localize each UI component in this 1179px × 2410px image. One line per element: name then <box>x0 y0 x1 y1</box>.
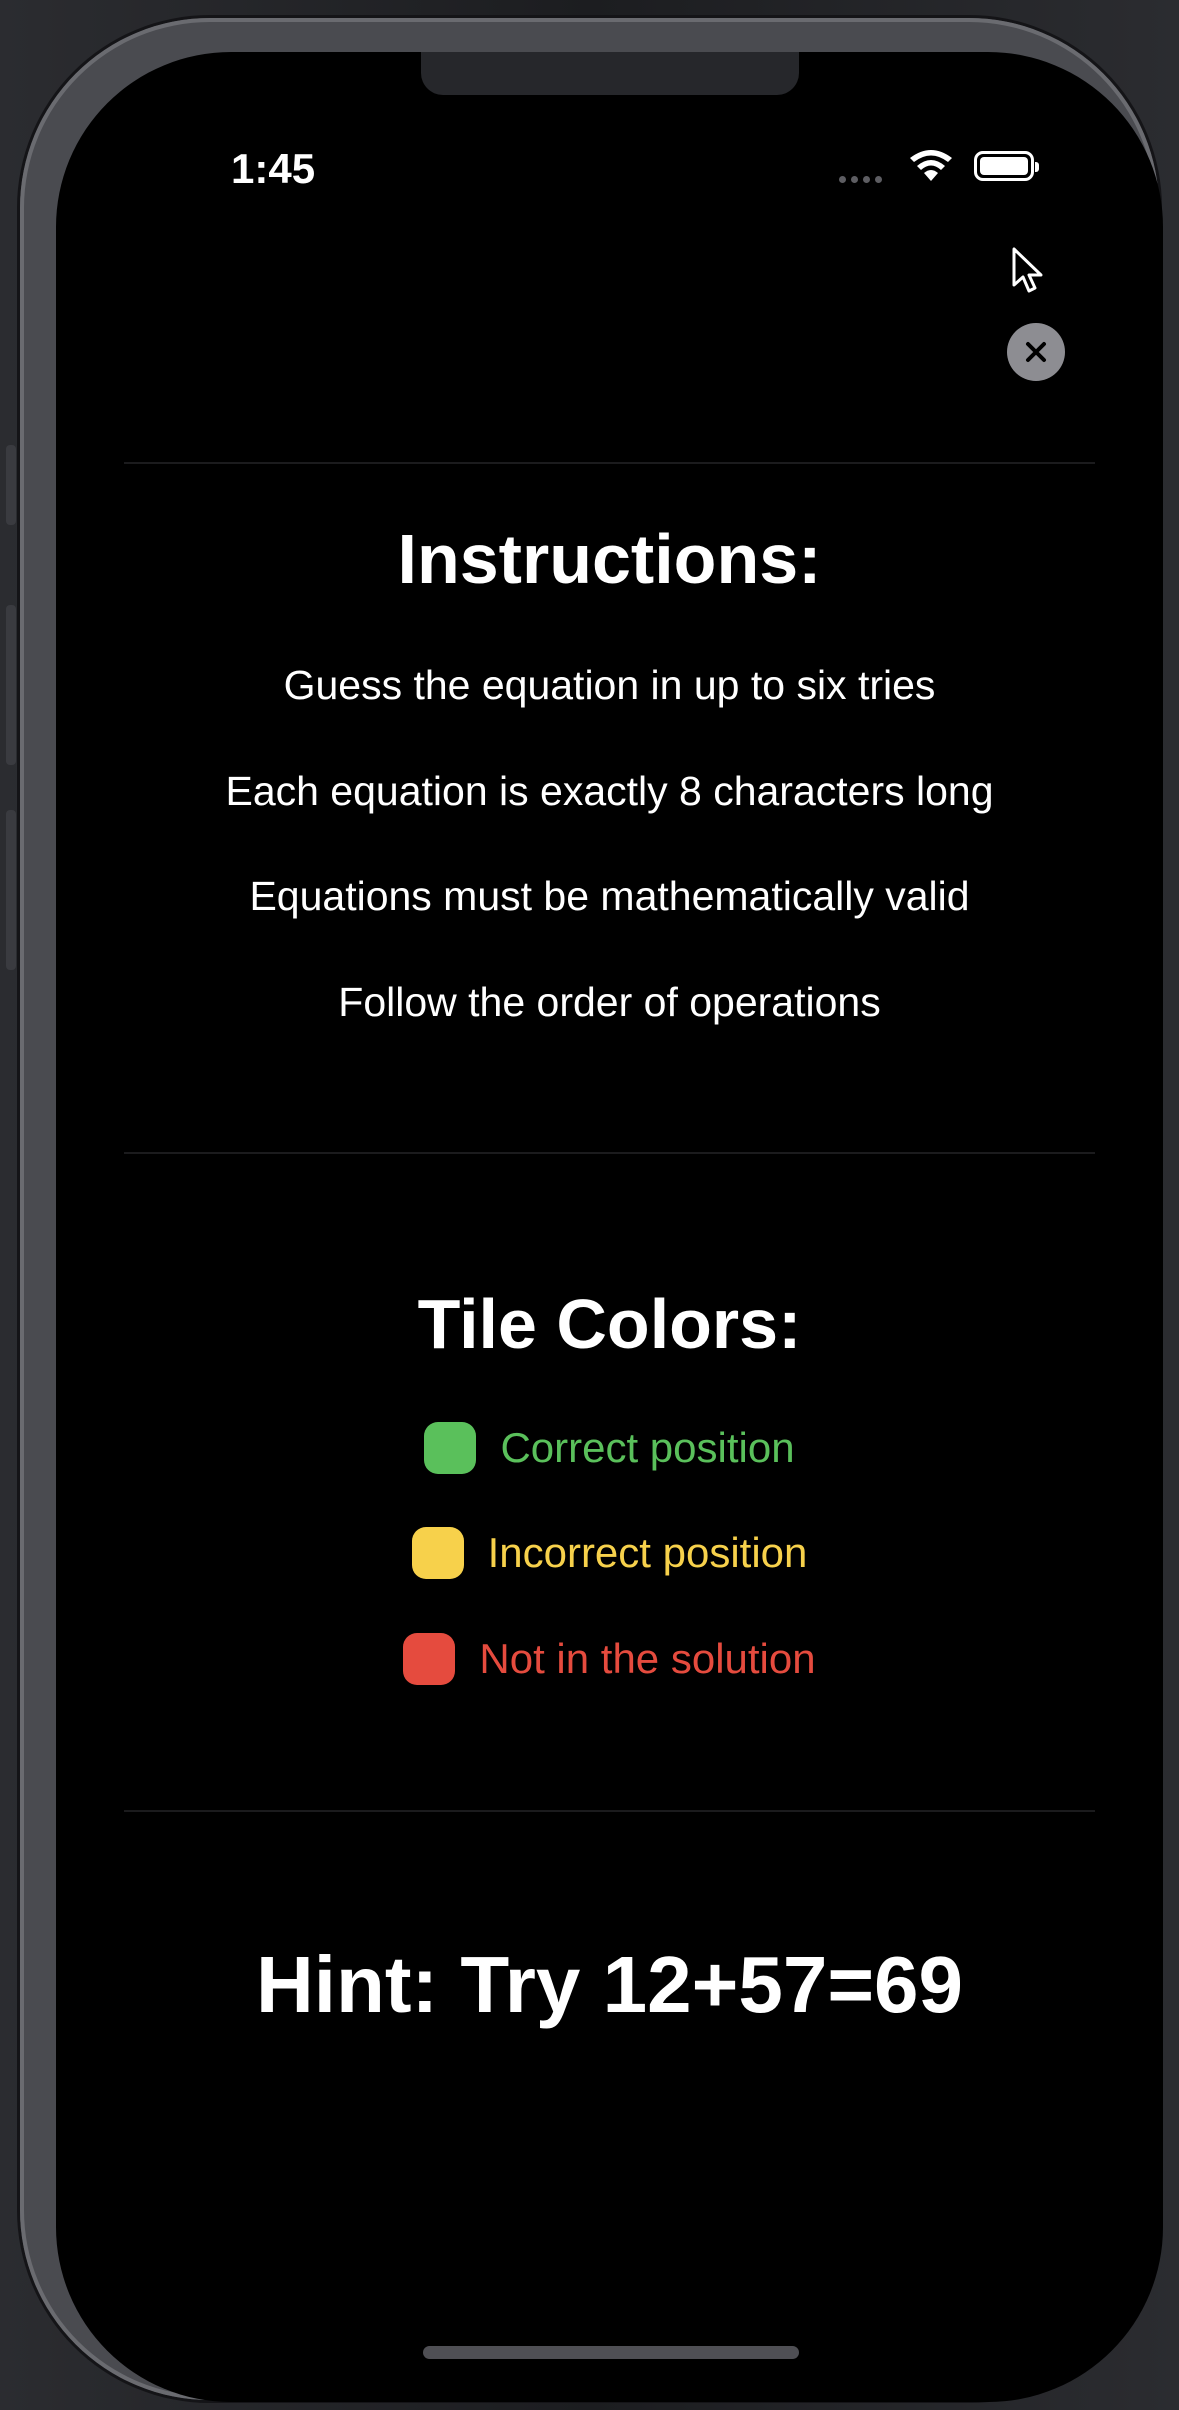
instruction-item: Guess the equation in up to six tries <box>283 662 936 708</box>
side-button-volume-down <box>6 810 16 970</box>
divider-middle <box>124 1152 1095 1154</box>
app-screen: 1:45 Instructions: Guess the equation in… <box>56 52 1163 2402</box>
legend-row-correct: Correct position <box>56 1422 1163 1474</box>
legend-row-incorrect: Incorrect position <box>56 1527 1163 1579</box>
divider-bottom <box>124 1810 1095 1812</box>
close-icon <box>1026 342 1046 362</box>
battery-icon <box>974 151 1039 181</box>
status-time: 1:45 <box>231 145 316 192</box>
instruction-item: Equations must be mathematically valid <box>249 873 970 919</box>
green-tile-swatch <box>424 1422 477 1474</box>
tile-colors-title: Tile Colors: <box>417 1285 802 1363</box>
wifi-icon <box>910 150 952 181</box>
instruction-item: Each equation is exactly 8 characters lo… <box>225 768 994 814</box>
red-tile-swatch <box>403 1633 456 1685</box>
side-button-volume-up <box>6 605 16 765</box>
dynamic-island <box>421 52 799 95</box>
legend-label-correct: Correct position <box>500 1424 795 1471</box>
phone-frame: 1:45 Instructions: Guess the equation in… <box>20 18 1163 2402</box>
cellular-dots-icon <box>839 176 882 183</box>
close-button[interactable] <box>1007 323 1065 381</box>
divider-top <box>124 462 1095 464</box>
legend-label-not-in-solution: Not in the solution <box>479 1635 816 1682</box>
side-button-silent <box>6 445 16 525</box>
home-indicator[interactable] <box>423 2346 799 2359</box>
mouse-cursor-icon <box>1012 247 1043 293</box>
instructions-title: Instructions: <box>397 520 822 598</box>
legend-row-not-in-solution: Not in the solution <box>56 1633 1163 1685</box>
instruction-item: Follow the order of operations <box>338 979 881 1025</box>
hint-text: Hint: Try 12+57=69 <box>255 1940 964 2029</box>
yellow-tile-swatch <box>411 1527 464 1579</box>
legend-label-incorrect: Incorrect position <box>487 1529 808 1576</box>
